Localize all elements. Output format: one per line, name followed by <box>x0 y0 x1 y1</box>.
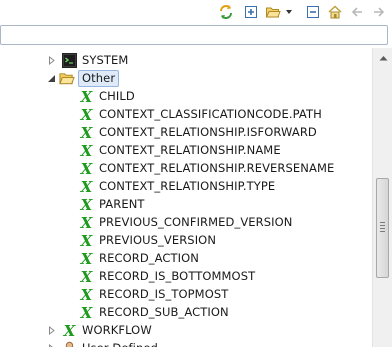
collapse-all-icon <box>305 4 321 20</box>
variable-x-icon: X <box>61 322 77 338</box>
tree-item-variable[interactable]: X RECORD_IS_BOTTOMMOST <box>0 267 255 285</box>
variables-tree: SYSTEM Other X CHILD X CONTEXT_CLASSIFICATI… <box>0 48 372 347</box>
svg-text:X: X <box>79 107 93 122</box>
svg-text:X: X <box>79 233 93 248</box>
svg-text:X: X <box>79 125 93 140</box>
variable-x-icon: X <box>78 160 94 176</box>
view-menu-button[interactable] <box>284 3 294 21</box>
expand-arrow-icon[interactable] <box>47 326 56 335</box>
tree-item-variable[interactable]: X PREVIOUS_VERSION <box>0 231 216 249</box>
tree-item-label: CONTEXT_CLASSIFICATIONCODE.PATH <box>99 107 322 121</box>
back-arrow-icon <box>349 4 365 20</box>
svg-text:X: X <box>79 269 93 284</box>
tree-item-label: RECORD_IS_BOTTOMMOST <box>99 269 256 283</box>
tree-item-label: PREVIOUS_CONFIRMED_VERSION <box>99 215 293 229</box>
collapse-all-button[interactable] <box>304 3 322 21</box>
dropdown-arrow-icon <box>285 8 293 16</box>
variable-x-icon: X <box>78 268 94 284</box>
home-button[interactable] <box>326 3 344 21</box>
svg-text:X: X <box>79 89 93 104</box>
variable-x-icon: X <box>78 214 94 230</box>
tree-item-variable[interactable]: X RECORD_IS_TOPMOST <box>0 285 228 303</box>
svg-text:X: X <box>79 143 93 158</box>
tree-item-label: CONTEXT_RELATIONSHIP.ISFORWARD <box>99 125 317 139</box>
tree-item-label: Other <box>78 69 120 87</box>
collapse-arrow-icon[interactable] <box>47 74 56 83</box>
variable-x-icon: X <box>78 250 94 266</box>
view-toolbar <box>0 0 392 24</box>
user-icon <box>61 340 77 347</box>
vertical-scrollbar[interactable] <box>372 48 392 347</box>
variable-x-icon: X <box>78 232 94 248</box>
tree-item-variable[interactable]: X RECORD_SUB_ACTION <box>0 303 229 321</box>
tree-item-variable[interactable]: X RECORD_ACTION <box>0 249 199 267</box>
tree-item-variable[interactable]: X PARENT <box>0 195 145 213</box>
thumb-grip <box>380 222 385 223</box>
variable-x-icon: X <box>78 178 94 194</box>
tree-item-label: RECORD_ACTION <box>99 251 199 265</box>
new-button[interactable] <box>242 3 260 21</box>
folder-open-icon <box>59 70 75 86</box>
tree-item-variable[interactable]: X CHILD <box>0 87 135 105</box>
tree-item-variable[interactable]: X CONTEXT_RELATIONSHIP.NAME <box>0 141 281 159</box>
scroll-up-button[interactable] <box>374 48 392 65</box>
tree-item-variable[interactable]: X CONTEXT_CLASSIFICATIONCODE.PATH <box>0 105 322 123</box>
svg-text:X: X <box>79 305 93 320</box>
home-icon <box>327 4 343 20</box>
tree-item-label: CONTEXT_RELATIONSHIP.TYPE <box>99 179 276 193</box>
tree-item-user-defined[interactable]: User Defined <box>0 339 158 347</box>
variable-x-icon: X <box>78 196 94 212</box>
svg-text:X: X <box>62 323 76 338</box>
svg-text:X: X <box>79 161 93 176</box>
thumb-grip <box>380 231 385 232</box>
tree-item-variable[interactable]: X CONTEXT_RELATIONSHIP.REVERSENAME <box>0 159 334 177</box>
tree-item-label: CHILD <box>99 89 135 103</box>
scroll-up-arrow-icon <box>379 50 388 64</box>
tree-item-other[interactable]: Other <box>0 69 120 87</box>
new-icon <box>243 4 259 20</box>
tree-item-system[interactable]: SYSTEM <box>0 51 128 69</box>
svg-text:X: X <box>79 251 93 266</box>
tree-item-variable[interactable]: X CONTEXT_RELATIONSHIP.ISFORWARD <box>0 123 317 141</box>
filter-field-container <box>0 25 388 45</box>
expand-arrow-icon[interactable] <box>47 56 56 65</box>
variables-view: SYSTEM Other X CHILD X CONTEXT_CLASSIFICATI… <box>0 0 392 347</box>
variable-x-icon: X <box>78 286 94 302</box>
scroll-thumb[interactable] <box>376 178 389 278</box>
console-icon <box>61 52 77 68</box>
svg-text:X: X <box>79 215 93 230</box>
open-folder-icon <box>265 4 281 20</box>
tree-item-label: SYSTEM <box>82 53 129 67</box>
filter-input[interactable] <box>1 26 387 44</box>
tree-item-label: CONTEXT_RELATIONSHIP.REVERSENAME <box>99 161 335 175</box>
variable-x-icon: X <box>78 88 94 104</box>
thumb-grip <box>380 228 385 229</box>
svg-text:X: X <box>79 179 93 194</box>
tree-item-label: WORKFLOW <box>82 323 152 337</box>
thumb-grip <box>380 225 385 226</box>
forward-button[interactable] <box>370 3 388 21</box>
tree-item-label: RECORD_IS_TOPMOST <box>99 287 229 301</box>
sync-icon <box>218 4 234 20</box>
tree-item-label: PARENT <box>99 197 145 211</box>
variable-x-icon: X <box>78 106 94 122</box>
tree-item-label: PREVIOUS_VERSION <box>99 233 217 247</box>
svg-text:X: X <box>79 197 93 212</box>
variable-x-icon: X <box>78 124 94 140</box>
tree-item-label: RECORD_SUB_ACTION <box>99 305 229 319</box>
tree-item-workflow[interactable]: X WORKFLOW <box>0 321 152 339</box>
variable-x-icon: X <box>78 142 94 158</box>
back-button[interactable] <box>348 3 366 21</box>
variable-x-icon: X <box>78 304 94 320</box>
tree-item-variable[interactable]: X CONTEXT_RELATIONSHIP.TYPE <box>0 177 275 195</box>
open-folder-button[interactable] <box>264 3 282 21</box>
tree-item-label: User Defined <box>82 339 158 347</box>
tree-item-label: CONTEXT_RELATIONSHIP.NAME <box>99 143 281 157</box>
forward-arrow-icon <box>371 4 387 20</box>
svg-text:X: X <box>79 287 93 302</box>
tree-item-variable[interactable]: X PREVIOUS_CONFIRMED_VERSION <box>0 213 293 231</box>
sync-button[interactable] <box>217 3 235 21</box>
